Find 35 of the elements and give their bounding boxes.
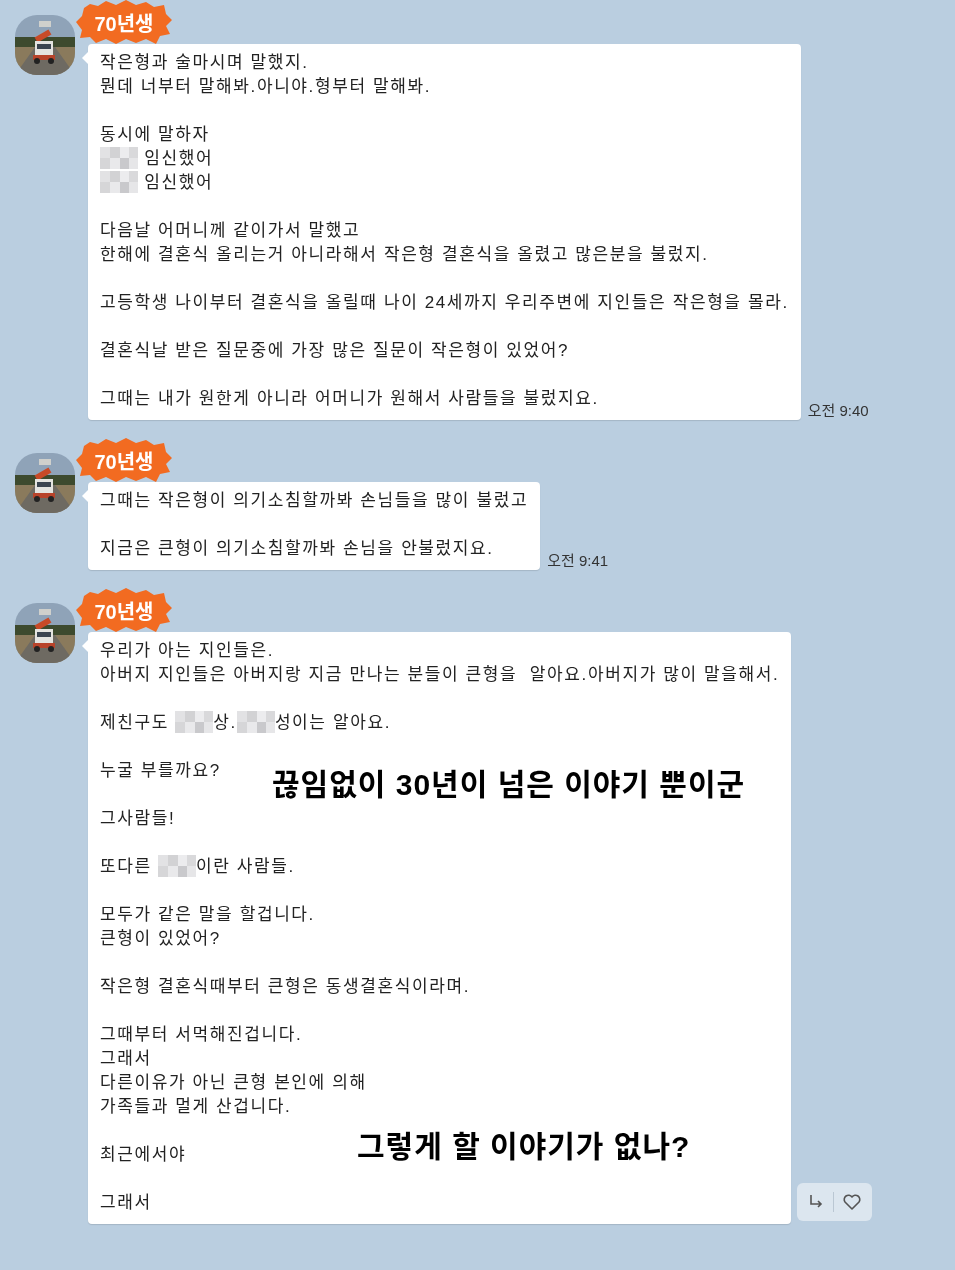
message-text: 가족들과 멀게 산겁니다.	[100, 1096, 292, 1118]
message-text: 제친구도 상. 성이는 알아요.	[100, 711, 391, 735]
name-badge: 70년생	[76, 438, 172, 482]
message-text: 모두가 같은 말을 할겁니다.	[100, 904, 315, 926]
name-badge: 70년생	[76, 0, 172, 44]
message-text: 큰형이 있었어?	[100, 928, 221, 950]
message-time: 오전 9:41	[547, 551, 609, 570]
message-text: 동시에 말하자	[100, 124, 210, 146]
overlay-caption: 끊임없이 30년이 넘은 이야기 뿐이군	[272, 767, 746, 803]
message-text: 뭔데 너부터 말해봐.아니야.형부터 말해봐.	[100, 76, 432, 98]
heart-icon[interactable]	[842, 1193, 863, 1211]
message-text: 다른이유가 아닌 큰형 본인에 의해	[100, 1072, 367, 1094]
message-text: 작은형과 술마시며 말했지.	[100, 52, 309, 74]
message-text: 결혼식날 받은 질문중에 가장 많은 질문이 작은형이 있었어?	[100, 340, 570, 362]
message-text: 임신했어	[100, 171, 214, 195]
message-text: 작은형 결혼식때부터 큰형은 동생결혼식이라며.	[100, 976, 471, 998]
message-text: 지금은 큰형이 의기소침할까봐 손님을 안불렀지요.	[100, 538, 494, 560]
message-text: 그사람들!	[100, 808, 176, 830]
message-text: 그때는 작은형이 의기소침할까봐 손님들을 많이 불렀고	[100, 490, 529, 512]
message-text: 그때부터 서먹해진겁니다.	[100, 1024, 303, 1046]
message-text: 아버지 지인들은 아버지랑 지금 만나는 분들이 큰형을 알아요.아버지가 많이 말을해서.	[100, 664, 780, 686]
name-badge: 70년생	[76, 588, 172, 632]
message-text: 그때는 내가 원한게 아니라 어머니가 원해서 사람들을 불렀지요.	[100, 388, 599, 410]
overlay-caption: 그렇게 할 이야기가 없나?	[357, 1129, 691, 1165]
message-text: 다음날 어머니께 같이가서 말했고	[100, 220, 361, 242]
message-text: 누굴 부를까요?	[100, 760, 221, 782]
message-text: 그래서	[100, 1192, 152, 1214]
message-text: 한해에 결혼식 올리는거 아니라해서 작은형 결혼식을 올렸고 많은분을 불렀지.	[100, 244, 709, 266]
message-text: 임신했어	[100, 147, 214, 171]
message-text: 또다른 이란 사람들.	[100, 855, 295, 879]
message-text: 그래서	[100, 1048, 152, 1070]
message-text: 우리가 아는 지인들은.	[100, 640, 275, 662]
message-time: 오전 9:40	[807, 401, 869, 420]
message-text: 최근에서야	[100, 1144, 187, 1166]
message-text: 고등학생 나이부터 결혼식을 올릴때 나이 24세까지 우리주변에 지인들은 작은형을 몰라.	[100, 292, 789, 314]
